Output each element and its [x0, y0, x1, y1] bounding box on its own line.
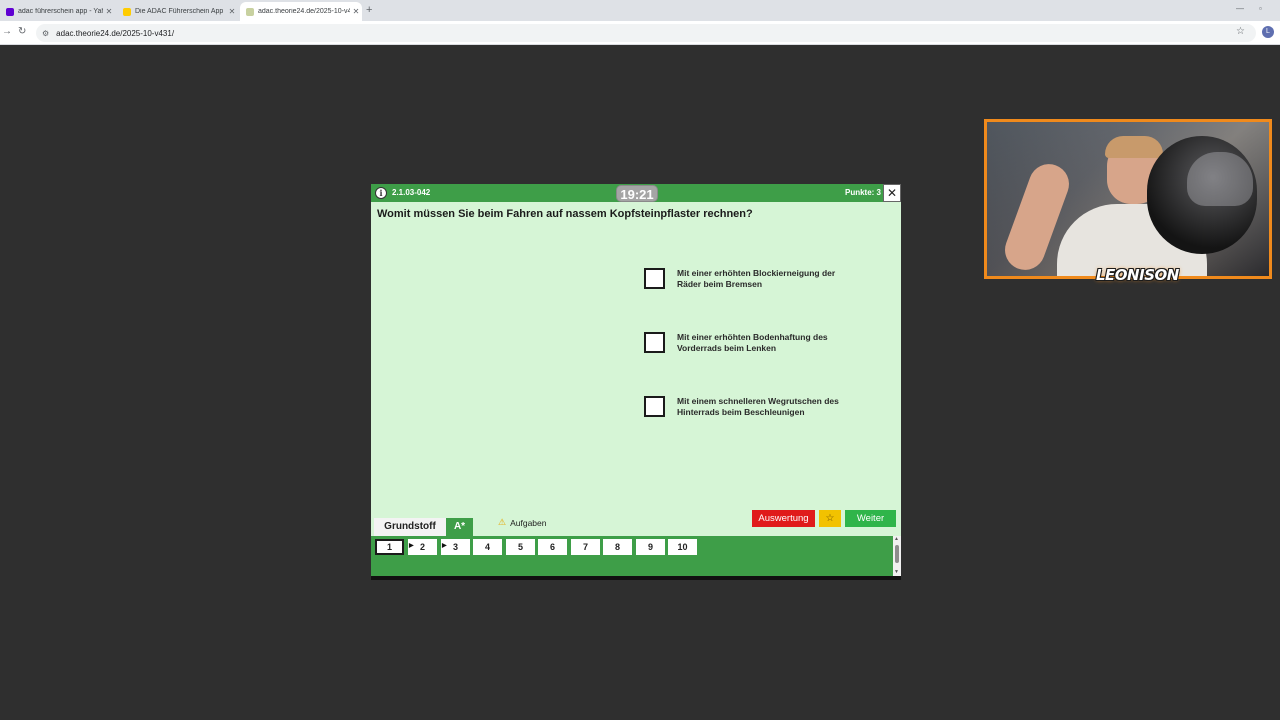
- question-number: 2: [419, 542, 425, 552]
- forward-icon[interactable]: →: [2, 26, 12, 37]
- tab-title: adac.theorie24.de/2025-10-v4: [258, 8, 350, 15]
- question-number-button[interactable]: 6: [538, 539, 567, 555]
- question-number: 3: [452, 542, 458, 552]
- answer-checkbox[interactable]: [644, 268, 665, 289]
- question-nav-scrollbar[interactable]: ▲ ▼: [893, 536, 901, 576]
- streamer-logo: LEONISON: [1096, 266, 1179, 284]
- question-number: 7: [582, 542, 588, 552]
- warning-icon: ⚠: [498, 517, 507, 527]
- question-number: 8: [614, 542, 620, 552]
- scrollbar-thumb[interactable]: [895, 545, 899, 563]
- profile-avatar[interactable]: L: [1262, 26, 1274, 38]
- close-tab-icon[interactable]: ✕: [226, 7, 238, 16]
- question-number-button[interactable]: 9: [636, 539, 665, 555]
- webcam-overlay: [984, 119, 1272, 279]
- points-label: Punkte: 3: [845, 188, 882, 197]
- question-number: 5: [517, 542, 523, 552]
- bookmark-star-icon[interactable]: ☆: [1236, 26, 1245, 37]
- answer-option-2[interactable]: Mit einer erhöhten Bodenhaftung des Vord…: [644, 332, 857, 353]
- reload-icon[interactable]: ↻: [18, 26, 26, 37]
- minimize-icon[interactable]: —: [1236, 4, 1244, 13]
- tab-class-a[interactable]: A*: [446, 518, 473, 536]
- weiter-button[interactable]: Weiter: [845, 510, 896, 527]
- question-number-button[interactable]: 4: [473, 539, 502, 555]
- close-tab-icon[interactable]: ✕: [103, 7, 115, 16]
- adac-favicon-icon: [123, 7, 131, 16]
- browser-tab-theorie24[interactable]: adac.theorie24.de/2025-10-v4 ✕: [240, 2, 362, 21]
- address-bar-row: → ↻ ⚙ adac.theorie24.de/2025-10-v431/ ☆ …: [0, 21, 1280, 45]
- question-number: 1: [386, 542, 392, 552]
- question-number-button[interactable]: 10: [668, 539, 697, 555]
- tasks-warning[interactable]: ⚠ Aufgaben: [498, 517, 546, 528]
- new-tab-button[interactable]: +: [366, 4, 372, 16]
- question-number: 6: [549, 542, 555, 552]
- flag-icon: ▶: [442, 543, 447, 549]
- close-exam-button[interactable]: ✕: [883, 184, 901, 202]
- exam-window: i 2.1.03-042 19:21 Punkte: 3 ✕ Womit müs…: [371, 184, 901, 580]
- question-code: 2.1.03-042: [392, 188, 431, 197]
- question-number-button[interactable]: 5: [506, 539, 535, 555]
- question-navigation: 1 ▶ 2 ▶ 3 4 5 6 7 8 9 10 ▲ ▼: [371, 536, 901, 576]
- url-field[interactable]: ⚙ adac.theorie24.de/2025-10-v431/: [36, 24, 1256, 42]
- browser-tab-bar: adac führerschein app - Yahoo ✕ Die ADAC…: [0, 0, 1280, 21]
- yahoo-favicon-icon: [6, 7, 14, 16]
- answer-text: Mit einer erhöhten Blockierneigung der R…: [677, 268, 836, 289]
- answer-option-3[interactable]: Mit einem schnelleren Wegrutschen des Hi…: [644, 396, 857, 417]
- maximize-icon[interactable]: ▫: [1259, 4, 1262, 13]
- question-number-button[interactable]: ▶ 3: [441, 539, 470, 555]
- answer-checkbox[interactable]: [644, 332, 665, 353]
- flag-icon: ▶: [409, 543, 414, 549]
- tab-grundstoff[interactable]: Grundstoff: [374, 518, 446, 536]
- theorie24-favicon-icon: [246, 7, 254, 16]
- close-tab-icon[interactable]: ✕: [350, 7, 362, 16]
- tasks-label: Aufgaben: [510, 517, 547, 528]
- info-icon[interactable]: i: [375, 187, 387, 199]
- scroll-down-icon[interactable]: ▼: [894, 569, 899, 575]
- scroll-up-icon[interactable]: ▲: [894, 536, 899, 542]
- url-text: adac.theorie24.de/2025-10-v431/: [56, 28, 175, 38]
- tab-title: adac führerschein app - Yahoo: [18, 8, 103, 15]
- exam-bottom-border: [371, 576, 901, 580]
- question-number: 4: [484, 542, 490, 552]
- answer-option-1[interactable]: Mit einer erhöhten Blockierneigung der R…: [644, 268, 857, 289]
- webcam-person-hair: [1105, 136, 1163, 158]
- site-settings-icon[interactable]: ⚙: [42, 29, 49, 38]
- timer: 19:21: [616, 185, 658, 202]
- question-number-button[interactable]: ▶ 2: [408, 539, 437, 555]
- browser-tab-yahoo[interactable]: adac führerschein app - Yahoo ✕: [0, 2, 115, 21]
- question-number: 10: [677, 542, 688, 552]
- exam-header-bar: i 2.1.03-042 19:21 Punkte: 3 ✕: [371, 184, 901, 202]
- auswertung-button[interactable]: Auswertung: [752, 510, 815, 527]
- answer-text: Mit einem schnelleren Wegrutschen des Hi…: [677, 396, 839, 417]
- browser-tab-adac-app[interactable]: Die ADAC Führerschein App ✕: [117, 2, 238, 21]
- question-number: 9: [647, 542, 653, 552]
- question-number-button[interactable]: 7: [571, 539, 600, 555]
- question-number-button[interactable]: 8: [603, 539, 632, 555]
- answer-text: Mit einer erhöhten Bodenhaftung des Vord…: [677, 332, 828, 353]
- question-text: Womit müssen Sie beim Fahren auf nassem …: [377, 208, 753, 220]
- answer-checkbox[interactable]: [644, 396, 665, 417]
- helmet-visor: [1187, 152, 1253, 206]
- question-number-button[interactable]: 1: [375, 539, 404, 555]
- tab-title: Die ADAC Führerschein App: [135, 8, 224, 15]
- favorite-star-button[interactable]: ☆: [819, 510, 841, 527]
